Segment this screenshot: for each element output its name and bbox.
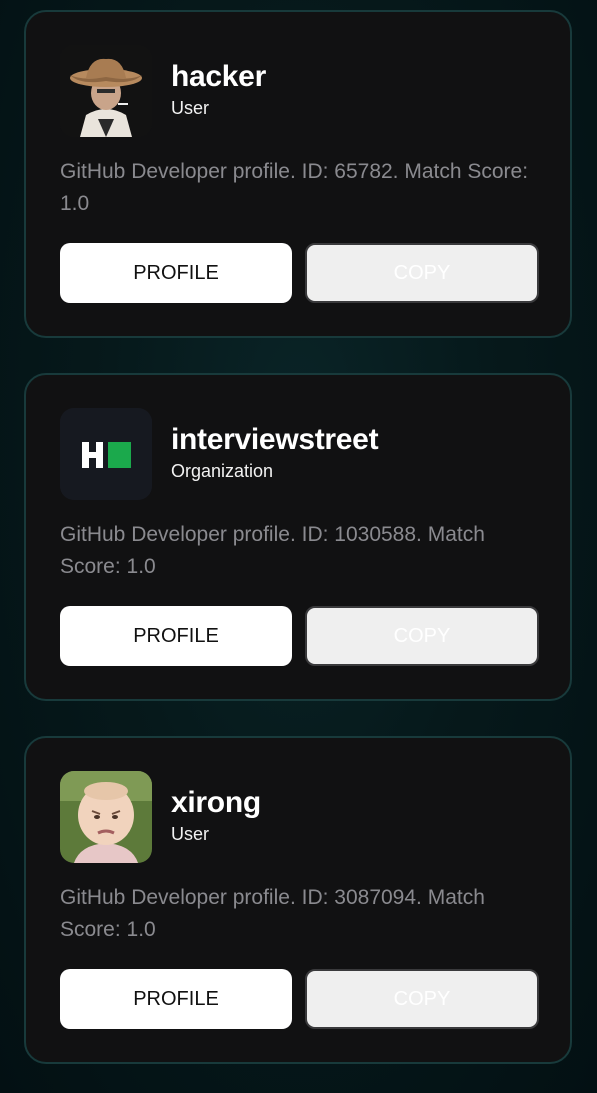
profile-description: GitHub Developer profile. ID: 1030588. M… xyxy=(60,523,485,578)
user-name: xirong xyxy=(171,786,261,819)
profile-description: GitHub Developer profile. ID: 65782. Mat… xyxy=(60,160,529,215)
avatar xyxy=(60,771,152,863)
result-card: hacker User GitHub Developer profile. ID… xyxy=(24,10,572,338)
result-card: xirong User GitHub Developer profile. ID… xyxy=(24,736,572,1064)
cowboy-avatar-icon xyxy=(60,45,152,137)
copy-button[interactable]: COPY xyxy=(305,243,539,303)
profile-description: GitHub Developer profile. ID: 3087094. M… xyxy=(60,886,485,941)
baby-avatar-icon xyxy=(60,771,152,863)
copy-button[interactable]: COPY xyxy=(305,606,539,666)
profile-button[interactable]: PROFILE xyxy=(60,243,292,303)
account-type: User xyxy=(171,824,210,844)
user-name: hacker xyxy=(171,60,266,93)
avatar xyxy=(60,45,152,137)
profile-button[interactable]: PROFILE xyxy=(60,606,292,666)
hackerrank-logo-icon xyxy=(60,408,152,500)
copy-button[interactable]: COPY xyxy=(305,969,539,1029)
avatar xyxy=(60,408,152,500)
account-type: User xyxy=(171,98,210,118)
user-name: interviewstreet xyxy=(171,423,379,456)
profile-button[interactable]: PROFILE xyxy=(60,969,292,1029)
result-card: interviewstreet Organization GitHub Deve… xyxy=(24,373,572,701)
account-type: Organization xyxy=(171,461,274,481)
